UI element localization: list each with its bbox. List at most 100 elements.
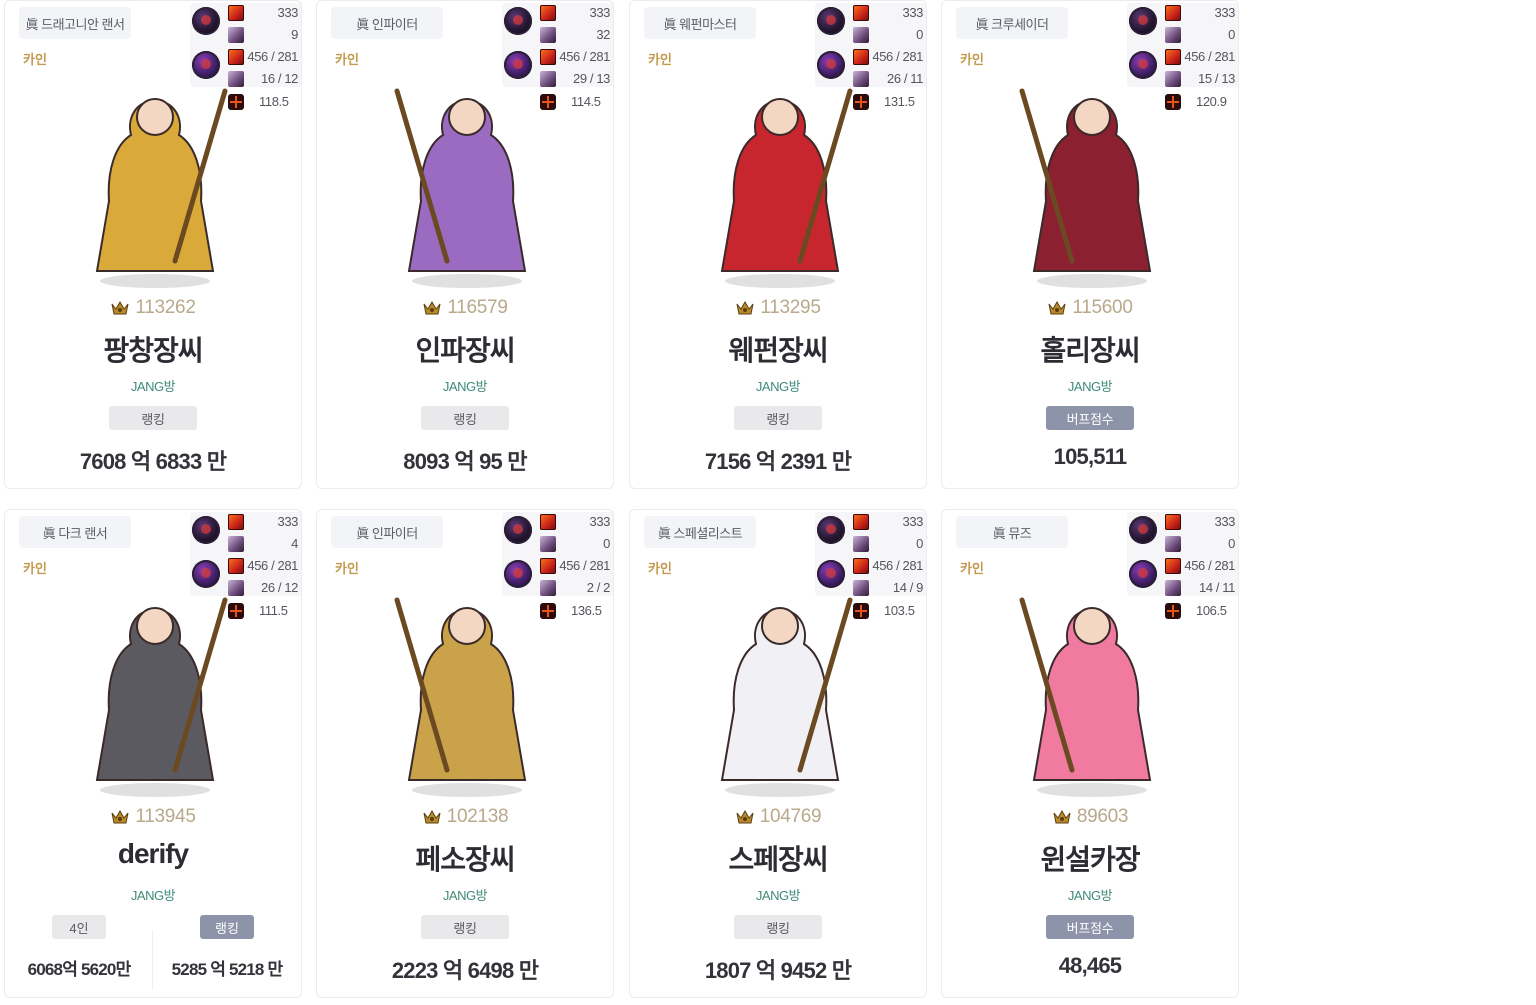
server-label: 카인 bbox=[335, 52, 359, 67]
ranking-badge[interactable]: 랭킹 bbox=[734, 406, 822, 430]
fame-value: 113262 bbox=[135, 297, 196, 318]
stat-value: 333 bbox=[589, 514, 611, 529]
gear-icon bbox=[1165, 514, 1181, 530]
fame-value: 113295 bbox=[760, 297, 821, 318]
character-sprite[interactable] bbox=[45, 61, 265, 291]
guild-name[interactable]: JANG방 bbox=[5, 885, 301, 904]
character-name[interactable]: 홀리장씨 bbox=[942, 329, 1238, 369]
guild-name[interactable]: JANG방 bbox=[942, 376, 1238, 395]
ranking-badge[interactable]: 버프점수 bbox=[1046, 406, 1134, 430]
stat-value: 333 bbox=[1214, 5, 1236, 20]
gear-icon bbox=[853, 514, 869, 530]
creature-icon bbox=[228, 536, 244, 552]
fame-score: 116579 bbox=[317, 297, 613, 319]
ranking-badge[interactable]: 랭킹 bbox=[421, 406, 509, 430]
stat-value: 0 bbox=[916, 536, 923, 551]
damage-value: 7156 억 2391 만 bbox=[704, 449, 852, 474]
ranking-badge[interactable]: 랭킹 bbox=[200, 915, 254, 939]
damage-value: 105,511 bbox=[1053, 444, 1128, 469]
stat-value: 16 / 12 bbox=[261, 71, 298, 86]
ranking-badge[interactable]: 버프점수 bbox=[1046, 915, 1134, 939]
guild-name[interactable]: JANG방 bbox=[630, 376, 926, 395]
guild-name[interactable]: JANG방 bbox=[5, 376, 301, 395]
fame-icon bbox=[111, 809, 129, 824]
ranking-damage-value: 5285 억 5218 만 bbox=[171, 960, 283, 979]
character-name[interactable]: 페소장씨 bbox=[317, 838, 613, 878]
creature-icon bbox=[540, 536, 556, 552]
gear-icon bbox=[228, 514, 244, 530]
guild-name[interactable]: JANG방 bbox=[630, 885, 926, 904]
party-badge: 4인 bbox=[52, 915, 106, 939]
stat-value: 0 bbox=[1228, 27, 1235, 42]
character-card[interactable]: 眞 스페셜리스트 카인 333 0 456 / 281 14 / 9 103.5 104769… bbox=[629, 509, 927, 998]
job-badge: 眞 스페셜리스트 bbox=[644, 516, 756, 548]
server-label: 카인 bbox=[23, 52, 47, 67]
equipment-avatar-icon bbox=[192, 516, 220, 544]
character-card[interactable]: 眞 인파이터 카인 333 32 456 / 281 29 / 13 114.5 116579… bbox=[316, 0, 614, 489]
fame-icon bbox=[423, 300, 441, 315]
fame-score: 113295 bbox=[630, 297, 926, 319]
character-sprite[interactable] bbox=[670, 61, 890, 291]
fame-score: 113262 bbox=[5, 297, 301, 319]
server-label: 카인 bbox=[960, 561, 984, 576]
fame-score: 104769 bbox=[630, 806, 926, 828]
character-card[interactable]: 眞 인파이터 카인 333 0 456 / 281 2 / 2 136.5 102138 페소장… bbox=[316, 509, 614, 998]
character-name[interactable]: 스페장씨 bbox=[630, 838, 926, 878]
guild-name[interactable]: JANG방 bbox=[317, 376, 613, 395]
creature-icon bbox=[1165, 27, 1181, 43]
character-name[interactable]: derify bbox=[5, 838, 301, 870]
guild-name[interactable]: JANG방 bbox=[317, 885, 613, 904]
character-card[interactable]: 眞 드래고니안 랜서 카인 333 9 456 / 281 16 / 12 118.5 113… bbox=[4, 0, 302, 489]
creature-icon bbox=[540, 27, 556, 43]
equipment-avatar-icon bbox=[817, 516, 845, 544]
character-name[interactable]: 팡창장씨 bbox=[5, 329, 301, 369]
party-damage-value: 6068억 5620만 bbox=[27, 960, 132, 979]
fame-value: 89603 bbox=[1076, 806, 1129, 827]
creature-icon bbox=[228, 27, 244, 43]
server-label: 카인 bbox=[960, 52, 984, 67]
ranking-badge[interactable]: 랭킹 bbox=[109, 406, 197, 430]
character-sprite[interactable] bbox=[357, 61, 577, 291]
stat-value: 0 bbox=[1228, 536, 1235, 551]
stat-value: 14 / 11 bbox=[1199, 580, 1235, 595]
ranking-badge[interactable]: 랭킹 bbox=[734, 915, 822, 939]
divider bbox=[152, 930, 153, 990]
stat-value: 333 bbox=[902, 5, 924, 20]
guild-name[interactable]: JANG방 bbox=[942, 885, 1238, 904]
character-card[interactable]: 眞 뮤즈 카인 333 0 456 / 281 14 / 11 106.5 89603 윈설카장… bbox=[941, 509, 1239, 998]
fame-icon bbox=[1048, 300, 1066, 315]
job-badge: 眞 드래고니안 랜서 bbox=[19, 7, 131, 39]
fame-score: 102138 bbox=[317, 806, 613, 828]
fame-icon bbox=[1053, 809, 1071, 824]
stat-value: 333 bbox=[277, 514, 299, 529]
character-name[interactable]: 웨펀장씨 bbox=[630, 329, 926, 369]
character-name[interactable]: 윈설카장 bbox=[942, 838, 1238, 878]
stat-value: 32 bbox=[596, 27, 610, 42]
character-sprite[interactable] bbox=[357, 570, 577, 800]
character-sprite[interactable] bbox=[982, 570, 1202, 800]
stat-value: 9 bbox=[291, 27, 298, 42]
fame-icon bbox=[423, 809, 441, 824]
character-card[interactable]: 眞 웨펀마스터 카인 333 0 456 / 281 26 / 11 131.5 113295… bbox=[629, 0, 927, 489]
gear-icon bbox=[228, 5, 244, 21]
stat-value: 333 bbox=[902, 514, 924, 529]
character-sprite[interactable] bbox=[982, 61, 1202, 291]
character-sprite[interactable] bbox=[670, 570, 890, 800]
fame-icon bbox=[736, 809, 754, 824]
stat-value: 26 / 11 bbox=[887, 71, 923, 86]
ranking-badge[interactable]: 랭킹 bbox=[421, 915, 509, 939]
damage-value: 8093 억 95 만 bbox=[403, 449, 527, 474]
fame-value: 102138 bbox=[446, 806, 509, 827]
stat-value: 333 bbox=[589, 5, 611, 20]
character-sprite[interactable] bbox=[45, 570, 265, 800]
damage-value: 2223 억 6498 만 bbox=[391, 958, 539, 983]
character-card[interactable]: 眞 다크 랜서 카인 333 4 456 / 281 26 / 12 111.5 113945… bbox=[4, 509, 302, 998]
job-badge: 眞 크루세이더 bbox=[956, 7, 1068, 39]
gear-icon bbox=[1165, 5, 1181, 21]
character-name[interactable]: 인파장씨 bbox=[317, 329, 613, 369]
gear-icon bbox=[540, 514, 556, 530]
character-card[interactable]: 眞 크루세이더 카인 333 0 456 / 281 15 / 13 120.9 115600… bbox=[941, 0, 1239, 489]
stat-value: 4 bbox=[291, 536, 298, 551]
fame-score: 89603 bbox=[942, 806, 1238, 828]
damage-value: 48,465 bbox=[1058, 953, 1122, 978]
